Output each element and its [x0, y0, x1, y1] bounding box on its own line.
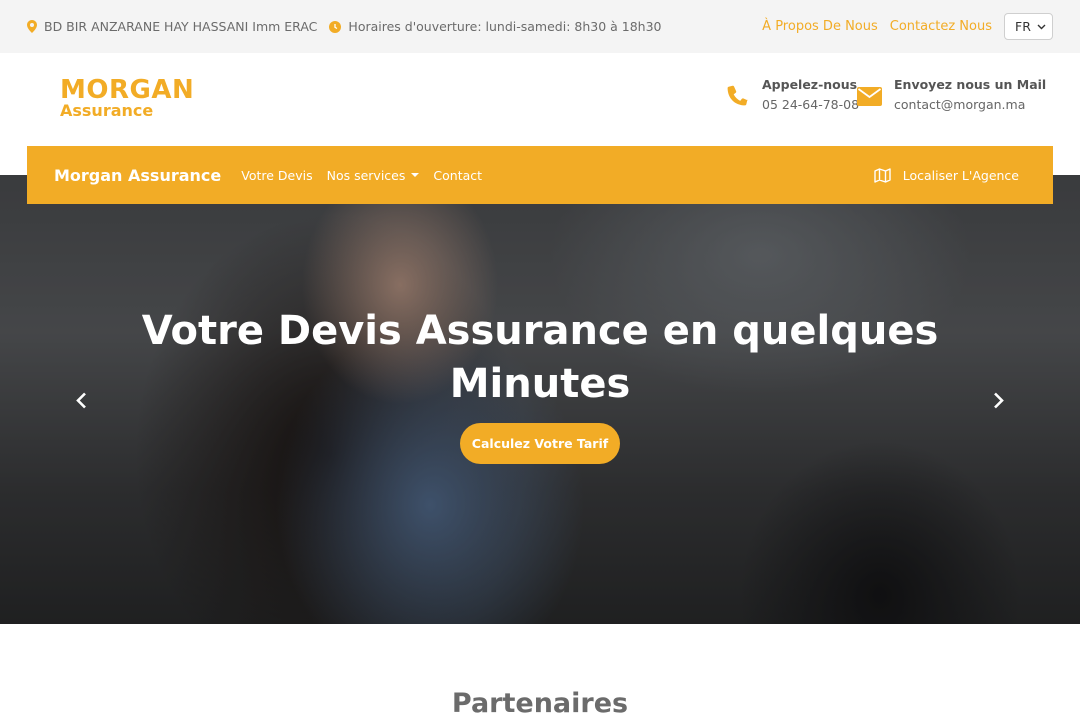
main-navbar: Morgan Assurance Votre Devis Nos service… [27, 146, 1053, 204]
clock-icon [329, 20, 342, 33]
map-icon [874, 167, 891, 183]
caret-down-icon [411, 173, 420, 177]
envelope-icon [857, 87, 882, 106]
opening-hours-text: Horaires d'ouverture: lundi-samedi: 8h30… [348, 19, 662, 34]
language-select[interactable]: FR [1004, 13, 1053, 40]
contact-us-link[interactable]: Contactez Nous [890, 19, 992, 34]
phone-contact: Appelez-nous 05 24-64-78-08 [726, 77, 859, 112]
hero-title-line1: Votre Devis Assurance en quelques [141, 308, 939, 354]
map-marker-icon [27, 20, 37, 33]
nav-item-nos-services[interactable]: Nos services [327, 168, 420, 183]
carousel-prev-button[interactable] [71, 390, 91, 410]
about-link[interactable]: À Propos De Nous [762, 19, 878, 34]
hero-carousel: Votre Devis Assurance en quelques Minute… [0, 175, 1080, 624]
phone-number[interactable]: 05 24-64-78-08 [762, 97, 859, 112]
chevron-down-icon [1037, 24, 1046, 29]
partners-title: Partenaires [451, 688, 629, 719]
logo-title: MORGAN [60, 75, 195, 105]
logo-subtitle: Assurance [60, 101, 154, 120]
site-header: MORGAN Assurance Appelez-nous 05 24-64-7… [0, 53, 1080, 146]
hero-title: Votre Devis Assurance en quelques Minute… [0, 305, 1080, 411]
nav-item-contact[interactable]: Contact [433, 168, 482, 183]
mail-contact: Envoyez nous un Mail contact@morgan.ma [857, 77, 1046, 112]
address-text: BD BIR ANZARANE HAY HASSANI Imm ERAC [44, 19, 318, 34]
navbar-brand[interactable]: Morgan Assurance [54, 166, 221, 185]
phone-icon [727, 85, 748, 106]
mail-title: Envoyez nous un Mail [894, 77, 1047, 92]
logo[interactable]: MORGAN Assurance [60, 77, 194, 119]
top-bar: BD BIR ANZARANE HAY HASSANI Imm ERAC Hor… [0, 0, 1080, 53]
hero-title-line2: Minutes [449, 361, 631, 407]
chevron-left-icon [75, 392, 86, 408]
chevron-right-icon [993, 392, 1004, 408]
calculate-rate-button[interactable]: Calculez Votre Tarif [460, 423, 620, 464]
locate-agency-label: Localiser L'Agence [902, 167, 1019, 183]
locate-agency-link[interactable]: Localiser L'Agence [874, 146, 1019, 204]
nav-item-nos-services-label: Nos services [326, 167, 406, 183]
phone-title: Appelez-nous [762, 77, 858, 92]
mail-address[interactable]: contact@morgan.ma [894, 97, 1046, 112]
nav-item-votre-devis[interactable]: Votre Devis [241, 168, 312, 183]
language-value: FR [1015, 19, 1031, 34]
carousel-next-button[interactable] [988, 390, 1008, 410]
